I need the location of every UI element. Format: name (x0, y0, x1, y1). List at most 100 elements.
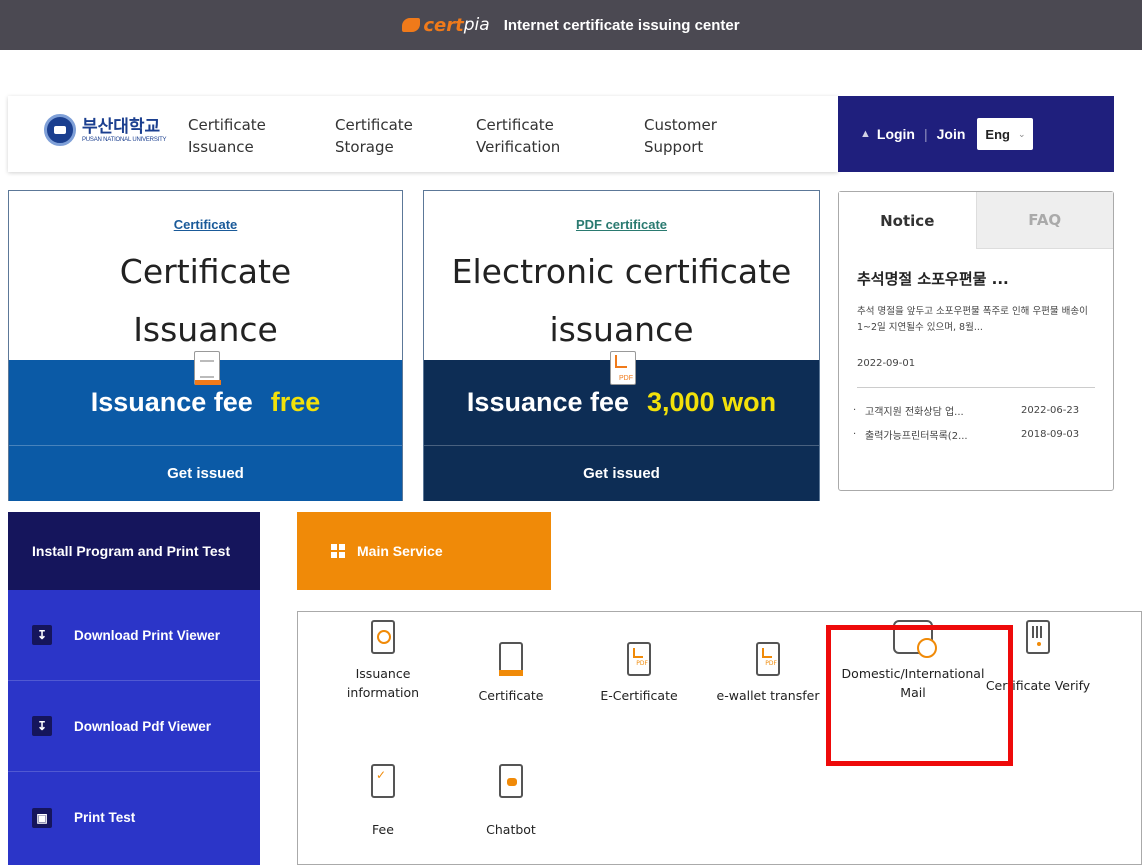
service-label: Certificate (478, 688, 544, 703)
electronic-certificate-card[interactable]: PDF certificate Electronic certificate i… (423, 190, 820, 501)
nav-certificate-verification[interactable]: Certificate Verification (476, 114, 560, 158)
download-pdf-viewer-button[interactable]: ↧ Download Pdf Viewer (8, 681, 260, 772)
service-e-certificate[interactable]: E-Certificate (574, 642, 704, 705)
university-logo[interactable]: 부산대학교 PUSAN NATIONAL UNIVERSITY (44, 114, 167, 146)
top-banner: cert pia Internet certificate issuing ce… (0, 0, 1142, 50)
service-chatbot[interactable]: Chatbot (446, 764, 576, 839)
service-certificate-verify[interactable]: Certificate Verify (968, 620, 1108, 695)
card-title-line1: Certificate (119, 252, 292, 291)
nav-label-line2: Issuance (188, 138, 254, 156)
language-select[interactable]: Eng ⌄ (977, 118, 1034, 150)
main-service-panel: Issuance information Certificate E-Certi… (297, 611, 1142, 865)
print-test-button[interactable]: ▣ Print Test (8, 772, 260, 863)
nav-customer-support[interactable]: Customer Support (644, 114, 717, 158)
auth-bar: ▲ Login | Join Eng ⌄ (838, 96, 1114, 172)
chatbot-icon (499, 764, 523, 798)
card-title: Certificate Issuance (9, 243, 402, 359)
notice-list: · 고객지원 전화상담 업... 2022-06-23 · 출력가능프린터목록(… (853, 398, 1103, 446)
install-item-label: Download Pdf Viewer (74, 718, 212, 734)
certificate-document-icon (499, 642, 523, 676)
qr-phone-icon (1026, 620, 1050, 654)
fee-label: Issuance fee (90, 387, 253, 417)
card-title: Electronic certificate issuance (424, 243, 819, 359)
main-service-title: Main Service (357, 543, 443, 559)
brand-cert: cert (423, 14, 464, 36)
fee-checklist-icon (371, 764, 395, 798)
university-name-ko: 부산대학교 (82, 117, 161, 137)
certificate-document-icon (194, 351, 221, 385)
main-navigation: 부산대학교 PUSAN NATIONAL UNIVERSITY Certific… (8, 96, 838, 172)
nav-certificate-storage[interactable]: Certificate Storage (335, 114, 413, 158)
notice-headline[interactable]: 추석명절 소포우편물 ... (857, 268, 1009, 289)
card-subtitle-link[interactable]: PDF certificate (424, 217, 819, 232)
notice-divider (857, 387, 1095, 388)
download-print-viewer-button[interactable]: ↧ Download Print Viewer (8, 590, 260, 681)
magnifier-document-icon (371, 620, 395, 654)
service-label: E-Certificate (600, 688, 678, 703)
list-item-title: 출력가능프린터목록(2... (865, 430, 968, 442)
service-fee[interactable]: Fee (318, 764, 448, 839)
login-link[interactable]: Login (877, 126, 915, 142)
printer-icon: ▣ (32, 807, 52, 828)
nav-label-line1: Certificate (188, 116, 266, 134)
service-label: Issuance (355, 666, 411, 681)
get-issued-button[interactable]: Get issued (9, 445, 402, 501)
install-menu: ↧ Download Print Viewer ↧ Download Pdf V… (8, 590, 260, 865)
bullet-icon: · (853, 404, 857, 416)
certificate-issuance-card[interactable]: Certificate Certificate Issuance Issuanc… (8, 190, 403, 501)
nav-certificate-issuance[interactable]: Certificate Issuance (188, 114, 266, 158)
notice-panel: Notice FAQ 추석명절 소포우편물 ... 추석 명절을 앞두고 소포우… (838, 191, 1114, 491)
notice-tabs: Notice FAQ (839, 192, 1113, 249)
list-item-title: 고객지원 전화상담 업... (865, 406, 964, 418)
install-item-label: Download Print Viewer (74, 627, 221, 643)
grid-icon (331, 544, 345, 558)
list-item-date: 2022-06-23 (1021, 404, 1080, 416)
brand-pia: pia (463, 15, 490, 35)
certpia-logo-icon (402, 18, 421, 32)
main-service-header: Main Service (297, 512, 551, 590)
notice-date: 2022-09-01 (857, 358, 916, 369)
list-item[interactable]: · 출력가능프린터목록(2... 2018-09-03 (853, 422, 1103, 446)
service-label-line2: information (346, 685, 420, 700)
tab-notice[interactable]: Notice (839, 192, 976, 249)
mail-icon (893, 620, 937, 658)
fee-value: 3,000 won (647, 387, 777, 417)
site-title: Internet certificate issuing center (503, 16, 740, 34)
join-link[interactable]: Join (937, 126, 966, 142)
list-item-date: 2018-09-03 (1021, 428, 1080, 440)
install-header: Install Program and Print Test (8, 512, 260, 590)
notice-body: 추석 명절을 앞두고 소포우편물 폭주로 인해 우편물 배송이 1~2일 지연될… (857, 306, 1088, 333)
university-name-en: PUSAN NATIONAL UNIVERSITY (82, 137, 167, 143)
service-label: e-wallet transfer (716, 688, 820, 703)
pdf-document-icon (610, 351, 636, 385)
get-issued-button[interactable]: Get issued (424, 445, 819, 501)
card-subtitle-link[interactable]: Certificate (9, 217, 402, 232)
nav-label-line2: Verification (476, 138, 561, 156)
nav-label-line2: Storage (335, 138, 394, 156)
bullet-icon: · (853, 428, 857, 440)
tab-faq[interactable]: FAQ (975, 192, 1113, 249)
language-value: Eng (985, 126, 1010, 142)
service-issuance-information[interactable]: Issuance information (318, 620, 448, 702)
nav-label-line1: Certificate (476, 116, 554, 134)
nav-label-line1: Certificate (335, 116, 413, 134)
fee-label: Issuance fee (466, 387, 630, 417)
service-label: Fee (372, 822, 394, 837)
auth-separator: | (924, 126, 928, 142)
service-certificate[interactable]: Certificate (446, 642, 576, 705)
install-item-label: Print Test (74, 810, 136, 825)
service-e-wallet-transfer[interactable]: e-wallet transfer (703, 642, 833, 705)
university-seal-icon (44, 114, 76, 146)
pdf-document-icon (627, 642, 651, 676)
list-item[interactable]: · 고객지원 전화상담 업... 2022-06-23 (853, 398, 1103, 422)
nav-label-line1: Customer (644, 116, 717, 134)
download-icon: ↧ (32, 716, 52, 736)
service-label: Certificate Verify (985, 678, 1091, 693)
fee-value: free (270, 387, 321, 417)
card-title-line1: Electronic certificate (451, 252, 792, 291)
download-icon: ↧ (32, 625, 52, 645)
user-icon: ▲ (860, 128, 871, 140)
chevron-down-icon: ⌄ (1017, 128, 1026, 139)
pdf-document-icon (756, 642, 780, 676)
nav-label-line2: Support (644, 138, 704, 156)
